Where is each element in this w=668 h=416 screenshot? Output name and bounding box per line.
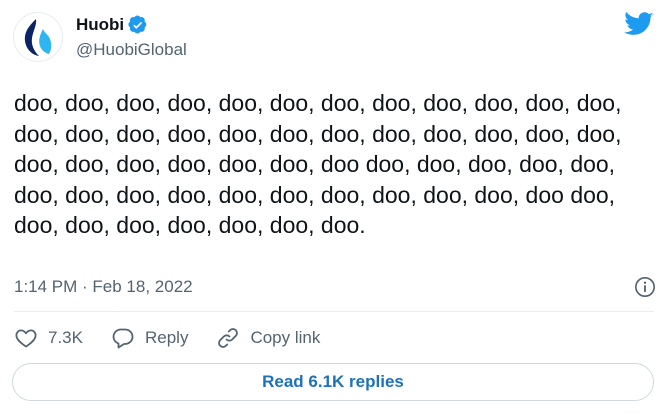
reply-label: Reply [144, 328, 189, 347]
tweet-timestamp[interactable]: 1:14 PM · Feb 18, 2022 [14, 277, 193, 297]
reply-button[interactable]: Reply [111, 326, 188, 350]
twitter-bird-icon[interactable] [624, 12, 654, 37]
copy-link-label: Copy link [250, 328, 321, 347]
tweet-card: Huobi @HuobiGlobal doo, doo, doo, doo, d… [0, 0, 668, 416]
read-replies-button[interactable]: Read 6.1K replies [12, 363, 654, 401]
link-icon [218, 328, 239, 348]
heart-icon [15, 329, 37, 348]
display-name[interactable]: Huobi [76, 15, 148, 35]
display-name-text: Huobi [76, 15, 125, 34]
avatar[interactable] [13, 12, 63, 62]
tweet-actions: 7.3K Reply Copy link [14, 326, 348, 350]
tweet-text: doo, doo, doo, doo, doo, doo, doo, doo, … [14, 90, 622, 238]
copy-link-button[interactable]: Copy link [216, 326, 320, 350]
account-handle[interactable]: @HuobiGlobal [76, 40, 187, 60]
read-replies-label: Read 6.1K replies [262, 372, 404, 391]
huobi-logo-icon [24, 19, 52, 56]
reply-bubble-icon [112, 328, 134, 349]
info-icon[interactable] [634, 276, 656, 298]
divider [14, 311, 654, 312]
verified-badge-icon [128, 15, 147, 34]
like-button[interactable]: 7.3K [14, 326, 83, 350]
like-count: 7.3K [48, 328, 83, 347]
